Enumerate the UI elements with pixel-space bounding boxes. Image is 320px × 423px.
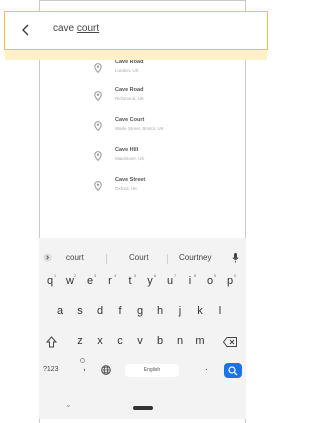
result-subtitle: London, UK	[115, 68, 139, 73]
search-highlight-strip	[5, 50, 267, 60]
key-d[interactable]: d	[92, 305, 108, 317]
back-arrow-icon[interactable]	[19, 22, 33, 38]
result-title: Cave Hill	[115, 147, 139, 153]
list-item[interactable]: Cave Street Oxford, UK	[79, 174, 286, 202]
list-item[interactable]: Cave Hill Maidstone, UK	[79, 144, 286, 172]
key-v[interactable]: v	[132, 335, 148, 347]
key-i[interactable]: i	[182, 275, 198, 287]
hide-keyboard-chevron-icon[interactable]: ⌄	[65, 400, 72, 409]
key-k[interactable]: k	[192, 305, 208, 317]
key-e[interactable]: e	[82, 275, 98, 287]
result-title: Cave Street	[115, 177, 146, 183]
search-query: court	[76, 23, 100, 34]
period-key[interactable]: .	[205, 362, 208, 373]
key-y[interactable]: y	[142, 275, 158, 287]
location-pin-icon	[94, 121, 102, 131]
result-subtitle: Wade Street, Bristol, UK	[115, 126, 164, 131]
comma-key[interactable]: ,	[83, 362, 86, 373]
suggestion-3[interactable]: Courtney	[179, 253, 211, 262]
emoji-hint-icon	[80, 358, 85, 363]
chevron-right-icon[interactable]	[43, 253, 52, 262]
key-s[interactable]: s	[72, 305, 88, 317]
search-icon	[228, 366, 238, 376]
key-h[interactable]: h	[152, 305, 168, 317]
key-l[interactable]: l	[212, 305, 228, 317]
space-bar[interactable]: English	[125, 364, 179, 377]
location-pin-icon	[94, 151, 102, 161]
key-b[interactable]: b	[152, 335, 168, 347]
symbols-key[interactable]: ?123	[43, 366, 59, 373]
key-j[interactable]: j	[172, 305, 188, 317]
key-c[interactable]: c	[112, 335, 128, 347]
result-subtitle: Maidstone, UK	[115, 156, 145, 161]
result-title: Cave Road	[115, 87, 144, 93]
suggestion-1[interactable]: court	[66, 253, 84, 262]
keyboard: court Court Courtney 1 q 2 w 3 e 4 r 5 t…	[39, 238, 246, 419]
search-prefix: cave	[53, 23, 75, 34]
search-key[interactable]	[224, 363, 242, 378]
key-n[interactable]: n	[172, 335, 188, 347]
key-z[interactable]: z	[72, 335, 88, 347]
list-item[interactable]: Cave Court Wade Street, Bristol, UK	[79, 114, 286, 142]
key-r[interactable]: r	[102, 275, 118, 287]
key-x[interactable]: x	[92, 335, 108, 347]
list-item[interactable]: Cave Road Richmond, UK	[79, 84, 286, 112]
key-u[interactable]: u	[162, 275, 178, 287]
key-m[interactable]: m	[192, 335, 208, 347]
suggestion-2[interactable]: Court	[129, 253, 149, 262]
suggestion-divider	[167, 254, 168, 264]
key-a[interactable]: a	[52, 305, 68, 317]
suggestion-divider	[106, 254, 107, 264]
location-pin-icon	[94, 181, 102, 191]
key-p[interactable]: p	[222, 275, 238, 287]
search-input[interactable]: cave court	[53, 23, 99, 34]
shift-icon[interactable]	[46, 336, 57, 348]
result-title: Cave Court	[115, 117, 145, 123]
result-subtitle: Oxford, UK	[115, 186, 138, 191]
microphone-icon[interactable]	[232, 253, 239, 263]
search-bar[interactable]: cave court	[4, 11, 268, 50]
suggestion-strip: court Court Courtney	[39, 248, 246, 268]
location-pin-icon	[94, 91, 102, 101]
key-w[interactable]: w	[62, 275, 78, 287]
globe-icon[interactable]	[101, 365, 111, 375]
key-t[interactable]: t	[122, 275, 138, 287]
result-subtitle: Richmond, UK	[115, 96, 145, 101]
key-g[interactable]: g	[132, 305, 148, 317]
location-pin-icon	[94, 63, 102, 73]
key-q[interactable]: q	[42, 275, 58, 287]
key-f[interactable]: f	[112, 305, 128, 317]
home-indicator[interactable]	[133, 406, 153, 410]
key-o[interactable]: o	[202, 275, 218, 287]
list-item[interactable]: Cave Road London, UK	[79, 56, 286, 84]
backspace-icon[interactable]	[223, 337, 237, 347]
